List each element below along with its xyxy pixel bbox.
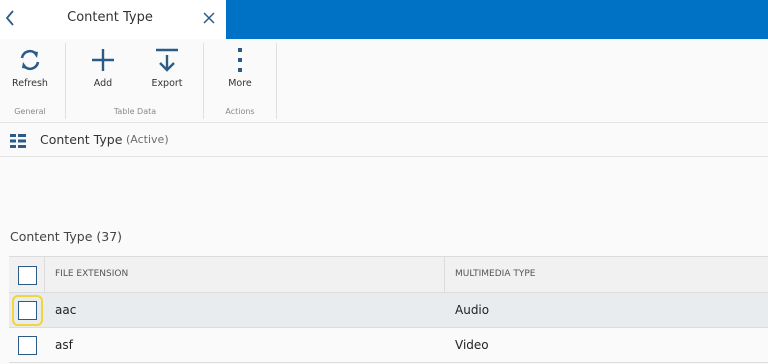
column-header-file-extension[interactable]: FILE EXTENSION — [45, 257, 445, 292]
table-row[interactable]: aac Audio — [9, 293, 768, 328]
add-button[interactable]: Add — [76, 39, 130, 99]
group-label-general: General — [14, 107, 46, 116]
view-status: (Active) — [126, 133, 169, 146]
plus-icon — [90, 47, 116, 73]
export-label: Export — [151, 78, 183, 89]
group-label-actions: Actions — [225, 107, 255, 116]
ribbon-separator — [276, 43, 277, 119]
data-grid: FILE EXTENSION MULTIMEDIA TYPE aac Audio… — [9, 256, 768, 363]
export-icon — [154, 47, 180, 73]
group-label-table-data: Table Data — [113, 107, 157, 116]
refresh-icon — [17, 47, 43, 73]
export-button[interactable]: Export — [140, 39, 194, 99]
more-button[interactable]: More — [213, 39, 267, 99]
cell-file-extension: asf — [55, 338, 73, 352]
row-checkbox[interactable] — [18, 336, 37, 355]
row-check-cell — [9, 328, 45, 362]
row-check-cell — [9, 293, 45, 327]
cell-file-extension: aac — [55, 303, 77, 317]
table-row[interactable]: asf Video — [9, 328, 768, 363]
tab-panel: Content Type — [0, 0, 226, 39]
add-label: Add — [93, 78, 113, 89]
back-chevron-icon[interactable] — [4, 9, 18, 27]
tab-title: Content Type — [67, 10, 153, 25]
close-icon[interactable] — [202, 10, 216, 24]
table-header: FILE EXTENSION MULTIMEDIA TYPE — [9, 256, 768, 293]
column-header-multimedia-type[interactable]: MULTIMEDIA TYPE — [445, 257, 768, 292]
more-vertical-icon — [227, 47, 253, 73]
cell-multimedia-type: Audio — [455, 303, 490, 317]
header-check-cell — [9, 257, 45, 292]
select-all-checkbox[interactable] — [18, 266, 37, 285]
refresh-button[interactable]: Refresh — [3, 39, 57, 99]
grid-view-icon[interactable] — [10, 133, 26, 148]
grid-title: Content Type (37) — [10, 229, 123, 244]
ribbon-toolbar: Refresh General Add Export Table Data Mo… — [0, 39, 768, 123]
ribbon-separator — [65, 43, 66, 119]
row-checkbox[interactable] — [18, 301, 37, 320]
view-header: Content Type (Active) — [0, 123, 768, 157]
view-title: Content Type — [40, 132, 123, 147]
more-label: More — [228, 78, 252, 89]
refresh-label: Refresh — [12, 78, 48, 89]
cell-multimedia-type: Video — [455, 338, 489, 352]
app-window: Content Type Refresh General Add Export … — [0, 0, 768, 364]
ribbon-separator — [203, 43, 204, 119]
